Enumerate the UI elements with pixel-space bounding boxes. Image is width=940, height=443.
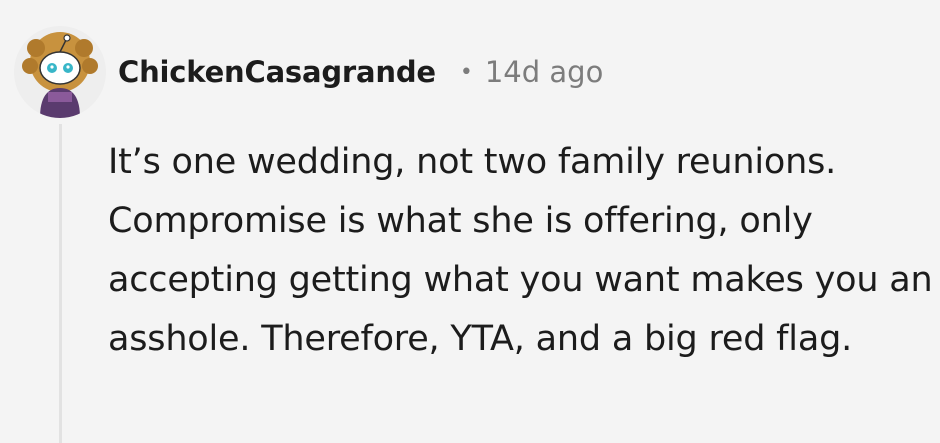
snoo-avatar-icon xyxy=(22,32,98,118)
username-link[interactable]: ChickenCasagrande xyxy=(118,55,436,89)
comment-body: It’s one wedding, not two family reunion… xyxy=(108,142,933,359)
user-avatar[interactable] xyxy=(14,26,106,118)
meta-separator: • xyxy=(459,59,473,85)
comment-meta: ChickenCasagrande • 14d ago xyxy=(118,52,603,92)
thread-line[interactable] xyxy=(59,124,62,443)
comment-timestamp[interactable]: 14d ago xyxy=(485,55,603,89)
comment: ChickenCasagrande • 14d ago It’s one wed… xyxy=(0,0,940,443)
